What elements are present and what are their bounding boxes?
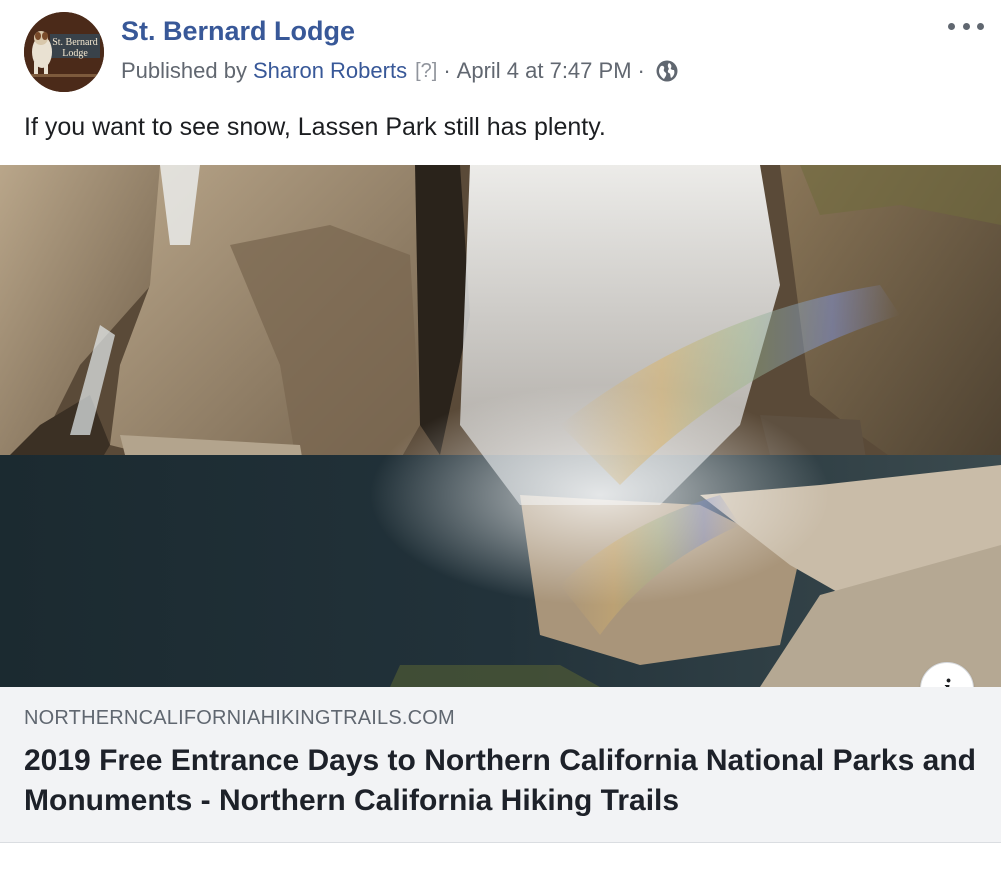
- link-title: 2019 Free Entrance Days to Northern Cali…: [24, 744, 976, 817]
- waterfall-photo: [0, 165, 1001, 687]
- globe-icon[interactable]: [655, 59, 679, 83]
- post-meta: Published by Sharon Roberts [?] · April …: [121, 57, 679, 85]
- page-name-link[interactable]: St. Bernard Lodge: [121, 16, 355, 47]
- author-help-link[interactable]: [?]: [415, 60, 437, 83]
- meta-separator-2: ·: [637, 58, 645, 83]
- post-message: If you want to see snow, Lassen Park sti…: [24, 113, 606, 141]
- link-preview-image[interactable]: [0, 165, 1001, 687]
- more-dot: [977, 22, 984, 30]
- more-dot: [948, 22, 955, 30]
- more-options-icon[interactable]: [946, 14, 986, 38]
- facebook-post: St. Bernard Lodge St. Bernard Lodge Publ…: [0, 0, 1001, 889]
- page-avatar[interactable]: St. Bernard Lodge: [24, 12, 104, 92]
- meta-separator: ·: [443, 58, 451, 83]
- more-dot: [962, 22, 970, 30]
- author-link[interactable]: Sharon Roberts: [253, 58, 407, 84]
- link-domain: NORTHERNCALIFORNIAHIKINGTRAILS.COM: [24, 707, 455, 729]
- published-by-label: Published by: [121, 58, 247, 83]
- avatar-logo-text: St. Bernard Lodge: [52, 37, 98, 59]
- link-preview-card[interactable]: NORTHERNCALIFORNIAHIKINGTRAILS.COM 2019 …: [0, 687, 1001, 843]
- timestamp-link[interactable]: April 4 at 7:47 PM: [457, 58, 632, 84]
